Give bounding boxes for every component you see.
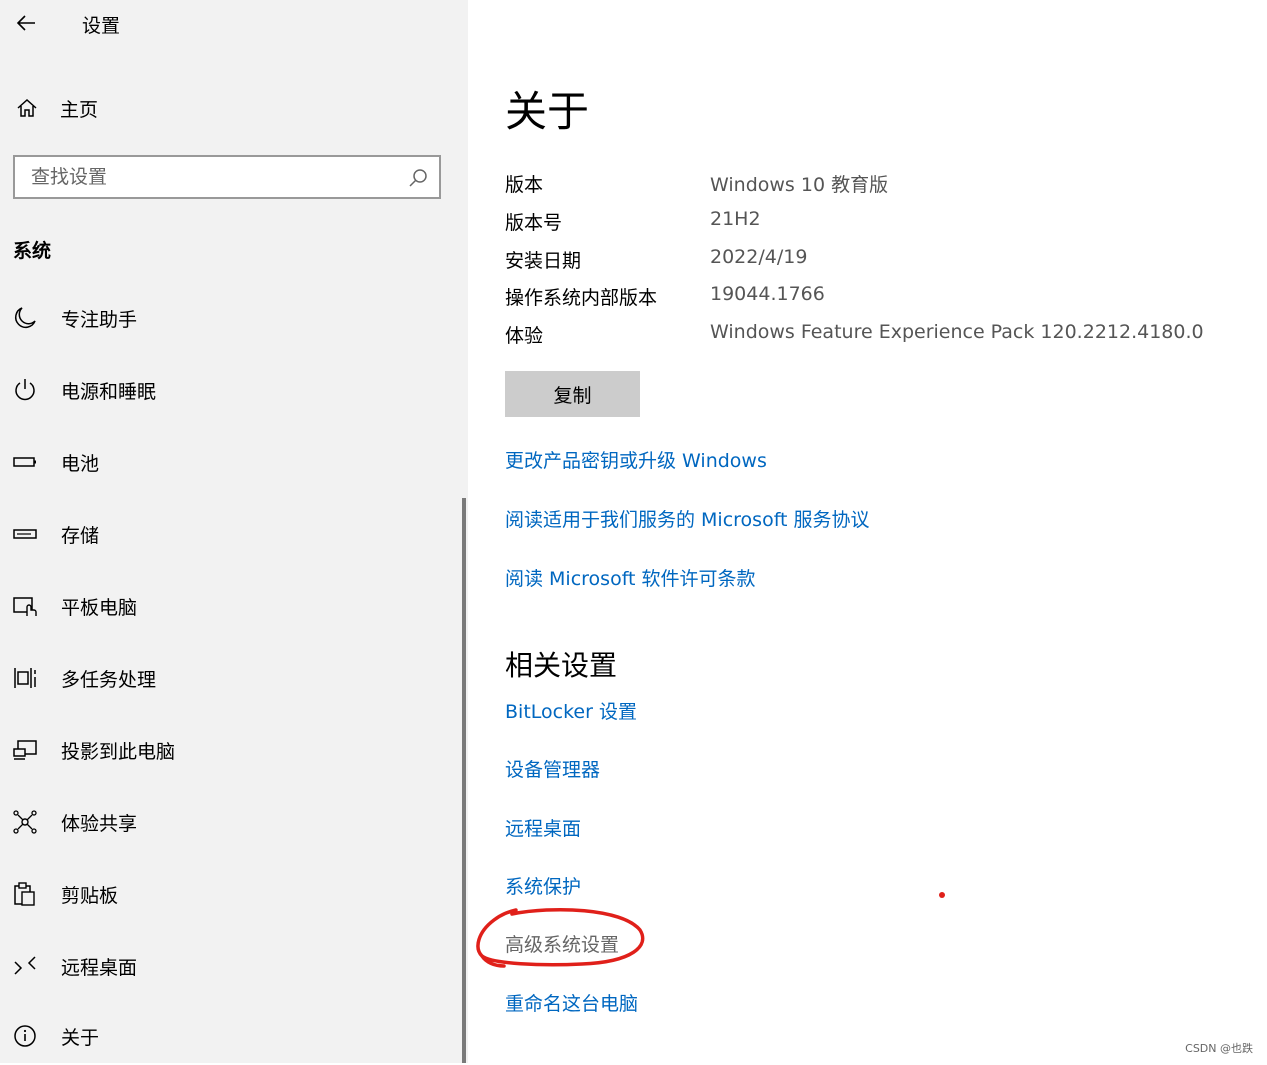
sidebar-item-label: 投影到此电脑 — [61, 740, 176, 763]
red-annotation-dot — [939, 892, 945, 898]
sidebar-item-multitasking[interactable]: 多任务处理 — [0, 650, 460, 706]
sidebar-item-power-sleep[interactable]: 电源和睡眠 — [0, 362, 460, 418]
sidebar-item-home[interactable]: 主页 — [0, 84, 460, 132]
sidebar-item-battery[interactable]: 电池 — [0, 434, 460, 490]
change-product-key-link[interactable]: 更改产品密钥或升级 Windows — [505, 446, 767, 473]
watermark: CSDN @也跌 — [1185, 1042, 1253, 1055]
home-icon — [14, 95, 40, 121]
system-protection-link[interactable]: 系统保护 — [505, 872, 581, 899]
sidebar-item-label: 专注助手 — [61, 308, 138, 331]
spec-row: 安装日期 2022/4/19 — [505, 246, 1225, 276]
app-title: 设置 — [82, 15, 121, 37]
search-input[interactable] — [15, 165, 403, 189]
clipboard-icon — [11, 880, 39, 908]
focus-assist-icon — [11, 304, 39, 332]
page-title: 关于 — [505, 87, 590, 136]
sidebar-item-label: 远程桌面 — [61, 956, 138, 979]
sidebar-item-clipboard[interactable]: 剪贴板 — [0, 866, 460, 922]
spec-key: 体验 — [505, 325, 544, 347]
sidebar-item-shared-experiences[interactable]: 体验共享 — [0, 794, 460, 850]
spec-key: 安装日期 — [505, 250, 582, 272]
sidebar-item-label: 存储 — [61, 524, 100, 547]
remote-desktop-icon — [11, 952, 39, 980]
search-icon[interactable] — [407, 167, 429, 189]
sidebar-item-label: 体验共享 — [61, 812, 138, 835]
advanced-system-settings-link[interactable]: 高级系统设置 — [505, 930, 619, 957]
tablet-icon — [11, 592, 39, 620]
spec-value: 2022/4/19 — [710, 246, 808, 268]
spec-key: 操作系统内部版本 — [505, 287, 658, 309]
back-arrow-icon — [16, 15, 35, 31]
spec-value: 21H2 — [710, 208, 761, 230]
copy-button[interactable]: 复制 — [505, 371, 640, 417]
sidebar-item-label: 电源和睡眠 — [61, 380, 157, 403]
spec-row: 版本 Windows 10 教育版 — [505, 170, 1225, 200]
settings-sidebar: 设置 主页 系统 专注助手 电源和睡眠 电池 存储 — [0, 0, 468, 1063]
remote-desktop-link[interactable]: 远程桌面 — [505, 814, 581, 841]
sidebar-item-label: 主页 — [60, 98, 99, 121]
power-icon — [11, 376, 39, 404]
sidebar-item-projecting[interactable]: 投影到此电脑 — [0, 722, 460, 778]
device-manager-link[interactable]: 设备管理器 — [505, 755, 600, 782]
multitasking-icon — [11, 664, 39, 692]
back-button[interactable] — [10, 8, 42, 38]
shared-experiences-icon — [11, 808, 39, 836]
sidebar-item-about[interactable]: 关于 — [0, 1008, 460, 1063]
sidebar-item-label: 关于 — [61, 1026, 100, 1049]
info-icon — [11, 1022, 39, 1050]
battery-icon — [11, 448, 39, 476]
sidebar-item-label: 电池 — [61, 452, 100, 475]
services-agreement-link[interactable]: 阅读适用于我们服务的 Microsoft 服务协议 — [505, 505, 870, 532]
spec-key: 版本 — [505, 174, 544, 196]
sidebar-item-tablet[interactable]: 平板电脑 — [0, 578, 460, 634]
sidebar-item-storage[interactable]: 存储 — [0, 506, 460, 562]
license-terms-link[interactable]: 阅读 Microsoft 软件许可条款 — [505, 564, 756, 591]
search-box — [13, 155, 441, 199]
spec-row: 版本号 21H2 — [505, 208, 1225, 238]
spec-key: 版本号 — [505, 212, 563, 234]
spec-row: 体验 Windows Feature Experience Pack 120.2… — [505, 321, 1225, 351]
about-page: 关于 版本 Windows 10 教育版 版本号 21H2 安装日期 2022/… — [505, 0, 1245, 1065]
projecting-icon — [11, 736, 39, 764]
spec-row: 操作系统内部版本 19044.1766 — [505, 283, 1225, 313]
sidebar-item-label: 平板电脑 — [61, 596, 138, 619]
sidebar-item-focus-assist[interactable]: 专注助手 — [0, 290, 460, 346]
sidebar-item-label: 剪贴板 — [61, 884, 119, 907]
sidebar-item-remote-desktop[interactable]: 远程桌面 — [0, 938, 460, 994]
spec-value: Windows Feature Experience Pack 120.2212… — [710, 321, 1204, 343]
storage-icon — [11, 520, 39, 548]
spec-value: Windows 10 教育版 — [710, 174, 889, 196]
sidebar-item-label: 多任务处理 — [61, 668, 157, 691]
related-settings-heading: 相关设置 — [505, 649, 618, 682]
section-heading-system: 系统 — [13, 240, 52, 262]
bitlocker-settings-link[interactable]: BitLocker 设置 — [505, 697, 637, 724]
sidebar-scrollbar[interactable] — [462, 498, 466, 1063]
rename-pc-link[interactable]: 重命名这台电脑 — [505, 989, 638, 1016]
spec-value: 19044.1766 — [710, 283, 825, 305]
